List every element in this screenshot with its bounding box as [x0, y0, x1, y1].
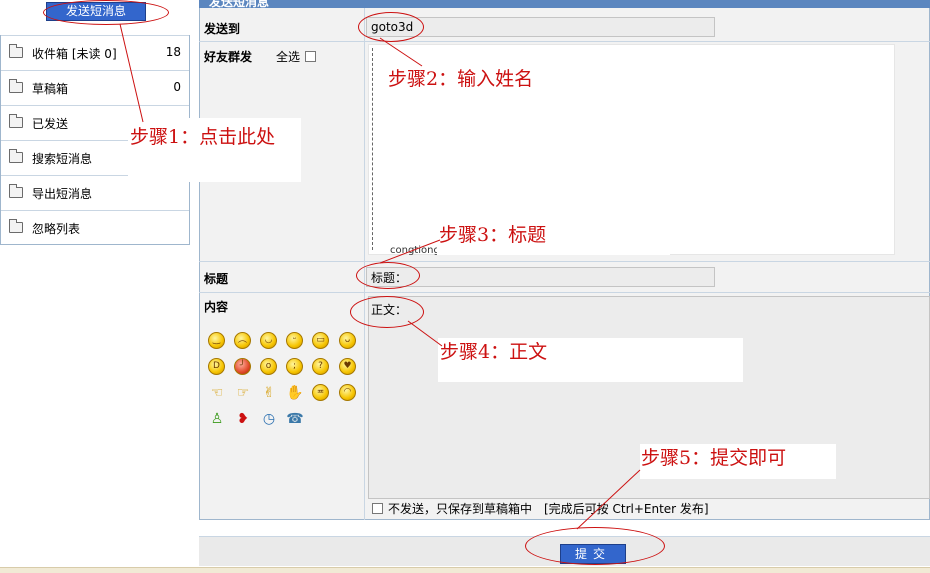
- sidebar-item-drafts[interactable]: 草稿箱 0: [1, 70, 189, 105]
- annotation-step3: 步骤3：标题: [439, 224, 547, 246]
- save-draft-label: 不发送，只保存到草稿箱中: [388, 502, 533, 516]
- to-label: 发送到: [204, 22, 241, 36]
- shocked-icon[interactable]: o: [260, 358, 277, 375]
- thumb-right-icon[interactable]: ☞: [234, 384, 252, 402]
- content-label: 内容: [204, 300, 229, 314]
- friend-list-divider: [372, 48, 373, 250]
- annoyed-icon[interactable]: ≖: [312, 384, 329, 401]
- annotation-step1: 步骤1：点击此处: [130, 126, 276, 148]
- thumb-left-icon[interactable]: ☜: [208, 384, 226, 402]
- smile-icon[interactable]: ‿: [208, 332, 225, 349]
- subject-label: 标题: [204, 272, 229, 286]
- cry-icon[interactable]: ;: [286, 358, 303, 375]
- highlight-ellipse-subject: [356, 262, 420, 289]
- form-title: 发送短消息: [209, 0, 270, 8]
- friend-list-item[interactable]: congtiong: [390, 245, 440, 256]
- folder-icon: [9, 114, 23, 128]
- submit-hint: [完成后可按 Ctrl+Enter 发布]: [544, 502, 709, 516]
- sidebar-item-count: 18: [165, 45, 181, 59]
- sad-icon[interactable]: ︵: [234, 332, 251, 349]
- confused-icon[interactable]: ?: [312, 358, 329, 375]
- sidebar-item-label: 草稿箱: [32, 82, 69, 96]
- person-icon[interactable]: ♙: [208, 410, 226, 428]
- save-draft-checkbox[interactable]: [372, 503, 383, 514]
- cool-icon[interactable]: ♥: [339, 358, 356, 375]
- clock-icon[interactable]: ◷: [260, 410, 278, 428]
- sidebar-item-label: 忽略列表: [32, 222, 81, 236]
- annotation-step2: 步骤2：输入姓名: [388, 68, 534, 90]
- sidebar-item-label: 搜索短消息: [32, 152, 93, 166]
- folder-icon: [9, 219, 23, 233]
- wink-icon[interactable]: ᵕ: [286, 332, 303, 349]
- highlight-ellipse-body: [350, 296, 424, 328]
- column-divider: [364, 8, 365, 520]
- annotation-step4: 步骤4：正文: [440, 341, 548, 363]
- tongue-icon[interactable]: ᴗ: [339, 332, 356, 349]
- sidebar-item-count: 0: [173, 80, 181, 94]
- group-send-label: 好友群发: [204, 50, 253, 64]
- form-header: 发送短消息: [199, 0, 930, 8]
- lips-icon[interactable]: ❥: [234, 410, 252, 428]
- row-divider: [199, 292, 930, 293]
- happy-icon[interactable]: ◡: [260, 332, 277, 349]
- select-all-checkbox[interactable]: [305, 51, 316, 62]
- folder-icon: [9, 184, 23, 198]
- row-divider: [199, 41, 930, 42]
- grin-icon[interactable]: ▭: [312, 332, 329, 349]
- folder-icon: [9, 79, 23, 93]
- handshake-icon[interactable]: ✋: [286, 384, 304, 402]
- angry-icon[interactable]: ╯: [234, 358, 251, 375]
- highlight-ellipse-compose: [43, 0, 169, 25]
- taskbar-strip: [0, 567, 930, 573]
- select-all-label: 全选: [276, 50, 301, 64]
- highlight-ellipse-submit: [525, 527, 665, 565]
- sidebar-item-label: 导出短消息: [32, 187, 93, 201]
- annotation-step5: 步骤5：提交即可: [641, 447, 787, 469]
- folder-icon: [9, 149, 23, 163]
- victory-icon[interactable]: ✌: [260, 384, 278, 402]
- sidebar-item-label: 收件箱 [未读 0]: [32, 47, 117, 61]
- folder-icon: [9, 44, 23, 58]
- sidebar-item-inbox[interactable]: 收件箱 [未读 0] 18: [1, 35, 189, 70]
- phone-icon[interactable]: ☎: [286, 410, 304, 428]
- laugh-icon[interactable]: D: [208, 358, 225, 375]
- blush-icon[interactable]: ◠: [339, 384, 356, 401]
- row-divider: [199, 261, 930, 262]
- highlight-ellipse-recipient: [358, 12, 424, 42]
- sidebar-item-ignore-list[interactable]: 忽略列表: [1, 210, 189, 245]
- sidebar-item-label: 已发送: [32, 117, 69, 131]
